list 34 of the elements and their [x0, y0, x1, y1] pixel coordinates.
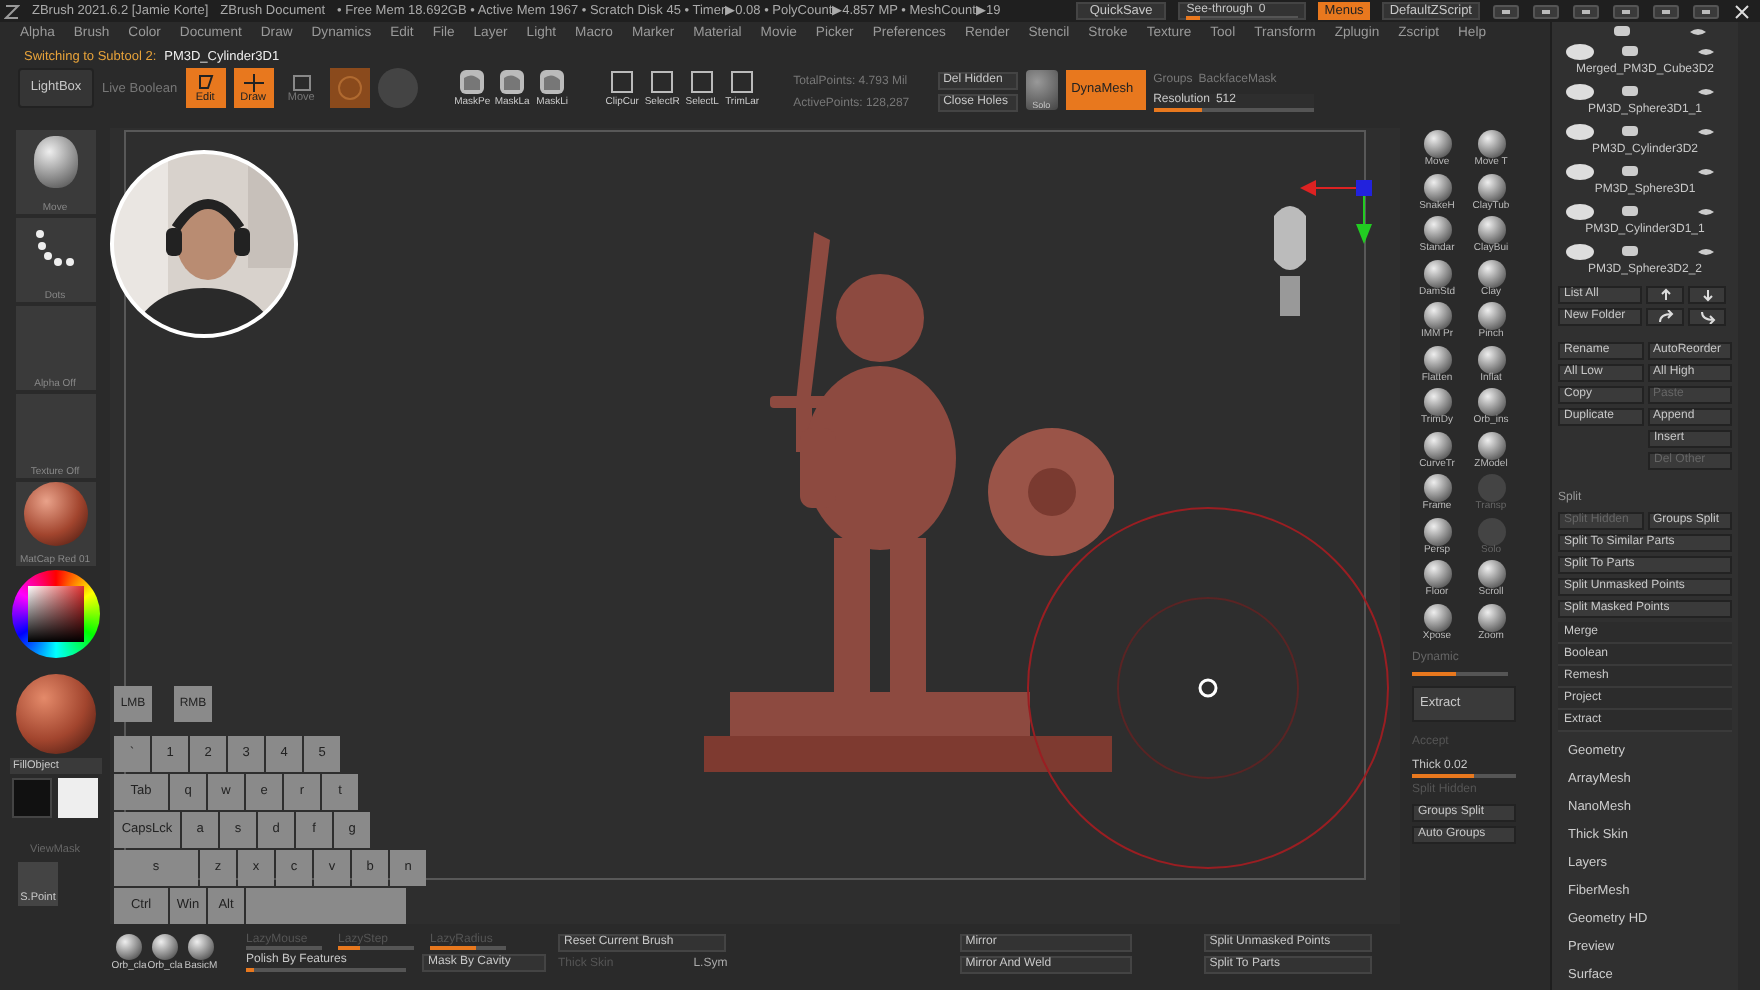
- arrow-icon: [1657, 288, 1673, 303]
- close-icon[interactable]: [1732, 3, 1752, 19]
- subtool-thumbnail: [1565, 243, 1593, 260]
- primary-color-swatch[interactable]: [58, 778, 98, 818]
- toggle-icon[interactable]: [1621, 126, 1637, 137]
- arrow-button[interactable]: [1688, 308, 1726, 327]
- subtool-thumbnail: [1565, 123, 1593, 140]
- arrow-button[interactable]: [1646, 308, 1684, 327]
- eye-icon[interactable]: [1697, 87, 1713, 96]
- secondary-color-swatch[interactable]: [12, 778, 52, 818]
- scale-button[interactable]: [329, 68, 370, 108]
- toggle-icon[interactable]: [1621, 166, 1637, 177]
- subtool-thumbnail: [1565, 83, 1593, 100]
- eye-icon[interactable]: [1697, 247, 1713, 256]
- eye-icon[interactable]: [1697, 207, 1713, 216]
- toggle-icon[interactable]: [1621, 86, 1637, 97]
- subtool-thumbnail: [1565, 203, 1593, 220]
- toggle-icon[interactable]: [1621, 246, 1637, 257]
- arrow-button[interactable]: [1688, 286, 1726, 305]
- subtool-thumbnail: [1565, 43, 1593, 60]
- color-picker[interactable]: [11, 570, 99, 658]
- eye-icon[interactable]: [1697, 127, 1713, 136]
- logo-icon: [4, 3, 20, 19]
- eye-icon[interactable]: [1697, 167, 1713, 176]
- arrow-button[interactable]: [1646, 286, 1684, 305]
- crosshair-icon: [243, 73, 264, 91]
- subtool-thumbnail: [1565, 163, 1593, 180]
- axis-gizmo-icon[interactable]: [1300, 180, 1372, 248]
- arrow-icon: [1699, 310, 1715, 325]
- square-icon: [291, 73, 312, 91]
- arrow-icon: [1699, 288, 1715, 303]
- arrow-icon: [1657, 310, 1673, 325]
- pencil-icon: [195, 73, 216, 91]
- toggle-icon[interactable]: [1621, 206, 1637, 217]
